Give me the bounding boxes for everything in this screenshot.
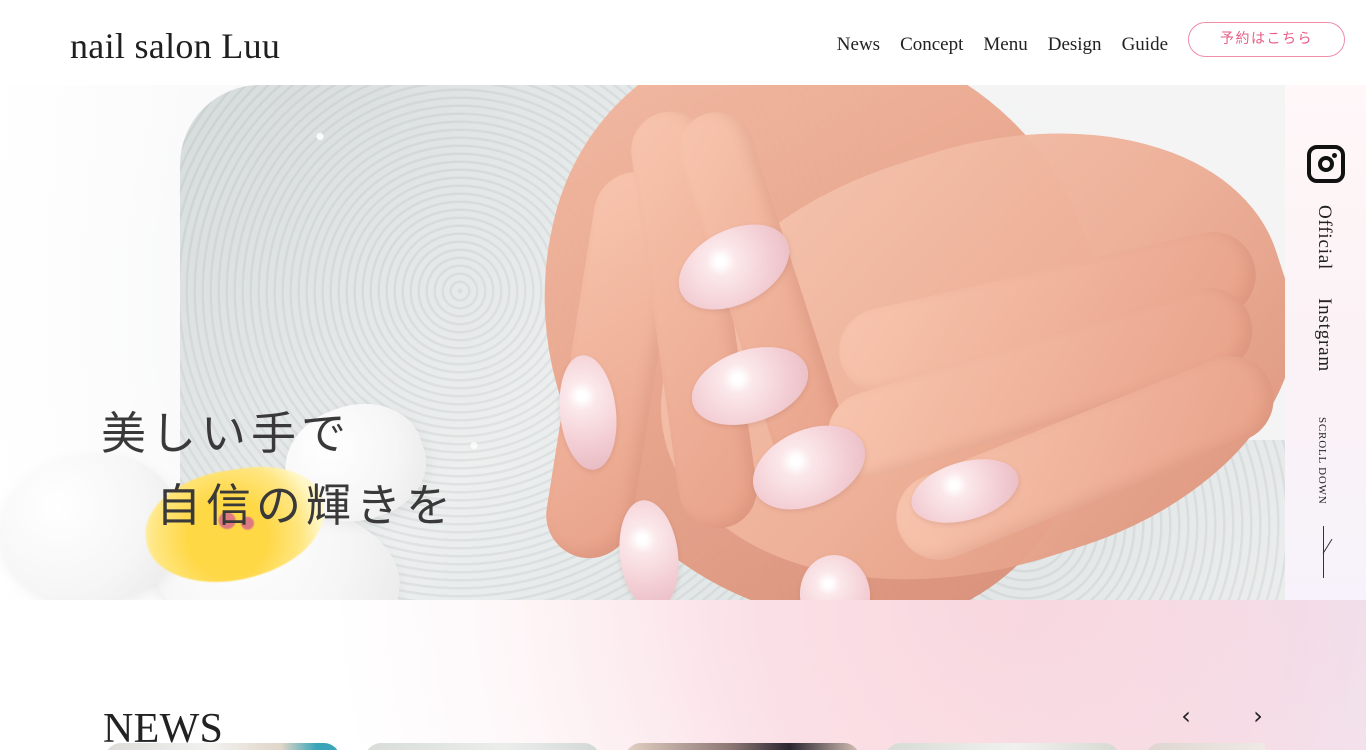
nav-menu[interactable]: Menu	[983, 34, 1027, 56]
chevron-right-icon[interactable]: ›	[1246, 704, 1270, 728]
hero-headline: 美しい手で 自信の輝きを	[101, 398, 481, 538]
hero-section: 美しい手で 自信の輝きを	[0, 85, 1285, 600]
manicured-hands-image	[467, 85, 1285, 600]
reservation-button[interactable]: 予約はこちら	[1188, 22, 1345, 57]
scroll-down-label[interactable]: SCROLL DOWN	[1316, 417, 1328, 505]
site-logo[interactable]: nail salon Luu	[70, 26, 280, 66]
instagram-label[interactable]: Instgram	[1313, 298, 1335, 372]
news-card[interactable]	[1145, 743, 1265, 750]
page: nail salon Luu News Concept Menu Design …	[0, 0, 1366, 750]
nav-concept[interactable]: Concept	[900, 34, 963, 56]
instagram-icon[interactable]	[1307, 145, 1345, 183]
news-card-strip	[105, 743, 1265, 750]
nav-guide[interactable]: Guide	[1122, 34, 1168, 56]
official-label[interactable]: Official	[1313, 205, 1335, 270]
logo-text: nail salon Luu	[70, 26, 281, 66]
main-navigation: News Concept Menu Design Guide	[837, 31, 1168, 59]
hero-line-1: 美しい手で	[101, 407, 352, 460]
news-card[interactable]	[365, 743, 600, 750]
hero-line-2: 自信の輝きを	[156, 479, 457, 532]
chevron-left-icon[interactable]: ‹	[1174, 704, 1198, 728]
news-card[interactable]	[105, 743, 340, 750]
news-card[interactable]	[885, 743, 1120, 750]
nav-news[interactable]: News	[837, 34, 880, 56]
news-card[interactable]	[625, 743, 860, 750]
site-header: nail salon Luu News Concept Menu Design …	[0, 0, 1366, 85]
nav-design[interactable]: Design	[1048, 34, 1102, 56]
